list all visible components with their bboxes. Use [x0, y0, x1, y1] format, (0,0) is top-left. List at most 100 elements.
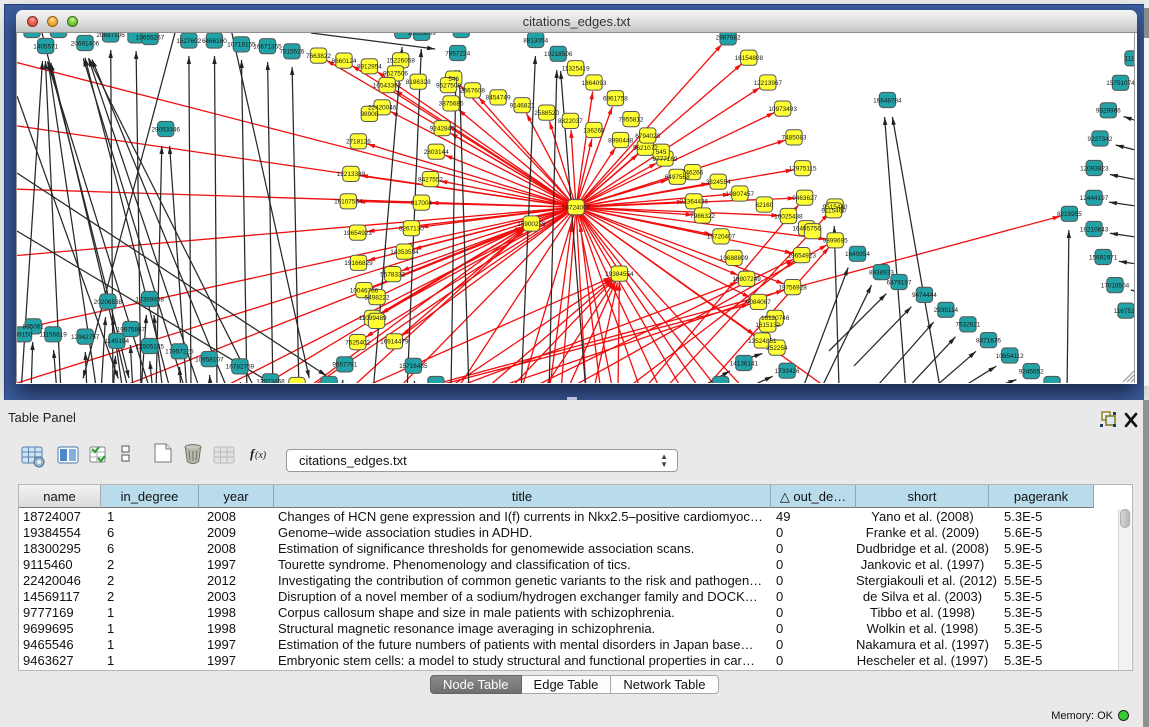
svg-text:8912954: 8912954 — [357, 64, 382, 71]
svg-text:8454749: 8454749 — [486, 95, 511, 102]
svg-text:29053346: 29053346 — [151, 126, 180, 133]
svg-text:9527508: 9527508 — [436, 82, 461, 89]
svg-text:8215955: 8215955 — [1057, 211, 1082, 218]
svg-text:7485083: 7485083 — [782, 135, 807, 142]
svg-text:10025438: 10025438 — [774, 213, 803, 220]
svg-text:1615132: 1615132 — [755, 322, 780, 329]
svg-text:16495756: 16495756 — [792, 226, 821, 233]
svg-text:9657791: 9657791 — [332, 362, 357, 369]
svg-text:8267130: 8267130 — [399, 226, 424, 233]
svg-text:1527602: 1527602 — [176, 38, 201, 45]
svg-text:7955812: 7955812 — [619, 116, 644, 123]
svg-text:20697106: 20697106 — [96, 33, 125, 39]
svg-text:16107554: 16107554 — [334, 199, 363, 206]
svg-text:3824554: 3824554 — [706, 179, 731, 186]
svg-text:17016504: 17016504 — [1101, 282, 1130, 289]
svg-text:6794028: 6794028 — [635, 133, 660, 140]
svg-text:2935114: 2935114 — [934, 307, 959, 314]
svg-text:17957225: 17957225 — [165, 349, 194, 356]
svg-text:9084067: 9084067 — [746, 299, 771, 306]
svg-text:7986322: 7986322 — [690, 213, 715, 220]
svg-text:16033809: 16033809 — [407, 33, 436, 37]
svg-text:1405571: 1405571 — [33, 43, 58, 50]
svg-text:6479197: 6479197 — [887, 279, 912, 286]
svg-text:5498222: 5498222 — [365, 295, 390, 302]
svg-text:2718126: 2718126 — [346, 139, 371, 146]
svg-text:10655267: 10655267 — [136, 34, 165, 41]
svg-text:835061: 835061 — [23, 324, 45, 331]
svg-text:15226058: 15226058 — [386, 58, 415, 65]
svg-text:1640954: 1640954 — [845, 251, 870, 258]
svg-text:21364436: 21364436 — [680, 199, 709, 206]
svg-text:20691406: 20691406 — [71, 40, 100, 47]
svg-text:16543362: 16543362 — [373, 82, 402, 89]
svg-text:15716485: 15716485 — [399, 363, 428, 370]
svg-text:9777169: 9777169 — [653, 156, 678, 163]
svg-text:2667608: 2667608 — [460, 88, 485, 95]
svg-text:8660124: 8660124 — [332, 58, 357, 65]
svg-text:16914479: 16914479 — [380, 339, 409, 346]
svg-text:12213389: 12213389 — [337, 171, 366, 178]
svg-text:2588520: 2588520 — [534, 110, 559, 117]
svg-text:10688809: 10688809 — [720, 255, 749, 262]
svg-text:20206538: 20206538 — [94, 299, 123, 306]
svg-text:3875685: 3875685 — [439, 101, 464, 108]
svg-text:10958107: 10958107 — [195, 356, 224, 363]
svg-text:11325419: 11325419 — [562, 66, 590, 73]
svg-text:11171: 11171 — [1125, 56, 1135, 63]
svg-text:10654112: 10654112 — [996, 353, 1024, 360]
svg-text:5578332: 5578332 — [380, 271, 405, 278]
svg-text:6497568: 6497568 — [665, 174, 690, 181]
svg-text:9527506: 9527506 — [383, 71, 408, 78]
svg-text:19975867: 19975867 — [117, 326, 146, 333]
svg-text:9227342: 9227342 — [1088, 136, 1113, 143]
svg-text:98908: 98908 — [361, 111, 379, 118]
svg-text:9245652: 9245652 — [1019, 368, 1044, 375]
svg-text:2803144: 2803144 — [424, 149, 449, 156]
svg-text:12093823: 12093823 — [1080, 165, 1109, 172]
svg-text:1864093: 1864093 — [582, 80, 607, 87]
svg-text:6466160: 6466160 — [202, 38, 227, 45]
svg-text:12213967: 12213967 — [754, 80, 783, 87]
svg-text:6961758: 6961758 — [603, 96, 628, 103]
svg-text:16154808: 16154808 — [735, 55, 764, 62]
svg-text:8471676: 8471676 — [976, 337, 1001, 344]
svg-text:7625402: 7625402 — [345, 339, 370, 346]
svg-text:13524851: 13524851 — [748, 338, 777, 345]
svg-text:15900275: 15900275 — [517, 221, 546, 228]
svg-text:18807249: 18807249 — [732, 276, 761, 283]
svg-text:19654923: 19654923 — [787, 252, 816, 259]
svg-text:16648784: 16648784 — [873, 97, 902, 104]
svg-text:9899695: 9899695 — [823, 238, 848, 245]
svg-text:9146821: 9146821 — [510, 103, 535, 110]
svg-text:1733426: 1733426 — [775, 368, 800, 375]
svg-text:10807457: 10807457 — [726, 191, 755, 198]
svg-text:9474444: 9474444 — [912, 292, 937, 299]
svg-text:(x): (x) — [255, 450, 267, 461]
svg-text:15692971: 15692971 — [1089, 254, 1118, 261]
svg-text:39150: 39150 — [17, 332, 33, 339]
svg-text:1145194: 1145194 — [105, 338, 130, 345]
svg-text:11156819: 11156819 — [39, 332, 67, 339]
svg-text:12942757: 12942757 — [71, 334, 100, 341]
svg-text:7632621: 7632621 — [955, 322, 980, 329]
svg-text:12923468: 12923468 — [256, 379, 285, 383]
svg-text:16782759: 16782759 — [226, 364, 255, 371]
svg-text:136269: 136269 — [583, 127, 605, 134]
svg-text:2987682: 2987682 — [716, 35, 741, 42]
svg-text:15751074: 15751074 — [1106, 80, 1135, 87]
svg-text:10046766: 10046766 — [350, 287, 379, 294]
svg-text:17359938: 17359938 — [135, 296, 164, 303]
svg-text:917004: 917004 — [411, 200, 433, 207]
svg-text:8938923: 8938923 — [869, 269, 894, 276]
svg-text:19166829: 19166829 — [344, 260, 373, 267]
svg-text:18724007: 18724007 — [562, 205, 591, 212]
svg-text:19756928: 19756928 — [778, 284, 807, 291]
svg-text:9329966: 9329966 — [1096, 108, 1121, 115]
svg-text:9115460: 9115460 — [821, 208, 846, 215]
svg-text:16671355: 16671355 — [253, 44, 282, 51]
svg-text:62160: 62160 — [756, 202, 774, 209]
svg-text:14353594: 14353594 — [390, 249, 419, 256]
svg-text:252254: 252254 — [766, 345, 788, 352]
svg-text:7857224: 7857224 — [445, 50, 470, 57]
